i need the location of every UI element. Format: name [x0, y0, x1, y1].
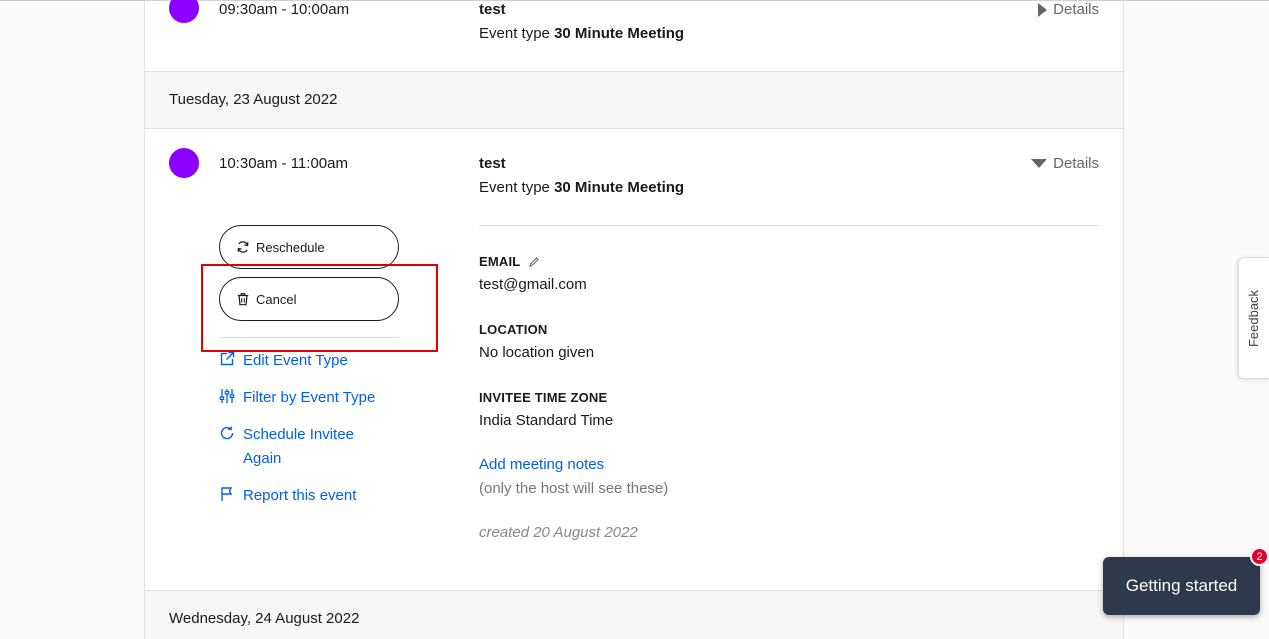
- date-header: Tuesday, 23 August 2022: [145, 71, 1123, 129]
- schedule-invitee-again-link[interactable]: Schedule Invitee Again: [219, 423, 354, 471]
- event-type-name: 30 Minute Meeting: [554, 179, 685, 196]
- refresh-icon: [237, 241, 249, 253]
- caret-down-icon: [1031, 159, 1048, 168]
- event-time: 09:30am - 10:00am: [219, 1, 350, 18]
- feedback-label: Feedback: [1246, 289, 1262, 347]
- details-toggle[interactable]: Details: [1038, 1, 1099, 18]
- event-color-dot: [169, 148, 199, 178]
- event-type-name: 30 Minute Meeting: [554, 25, 685, 42]
- event-type-prefix: Event type: [479, 25, 550, 42]
- details-label: Details: [1053, 1, 1099, 18]
- external-link-icon: [219, 349, 235, 373]
- edit-pencil-icon[interactable]: [528, 256, 540, 268]
- date-header: Wednesday, 24 August 2022: [145, 590, 1123, 639]
- schedule-invitee-text: Schedule Invitee Again: [243, 423, 354, 471]
- filter-by-event-type-label: Filter by Event Type: [243, 389, 376, 406]
- sliders-icon: [219, 386, 235, 410]
- divider: [479, 225, 1099, 226]
- caret-right-icon: [1038, 2, 1048, 17]
- feedback-tab[interactable]: Feedback: [1238, 257, 1269, 379]
- email-label: EMAIL: [479, 254, 521, 269]
- add-meeting-notes-link[interactable]: Add meeting notes: [479, 456, 604, 473]
- flag-icon: [219, 484, 235, 508]
- reschedule-label: Reschedule: [256, 239, 325, 255]
- details-toggle[interactable]: Details: [1031, 155, 1099, 172]
- filter-by-event-type-link[interactable]: Filter by Event Type: [219, 386, 375, 410]
- report-event-label: Report this event: [243, 487, 357, 504]
- event-type-line: Event type 30 Minute Meeting: [479, 25, 684, 42]
- getting-started-label: Getting started: [1125, 576, 1238, 595]
- edit-event-type-label: Edit Event Type: [243, 352, 348, 369]
- location-value: No location given: [479, 344, 595, 361]
- cancel-highlight-box: [201, 264, 438, 352]
- notification-badge: 2: [1250, 547, 1269, 566]
- edit-event-type-link[interactable]: Edit Event Type: [219, 349, 348, 373]
- email-value: test@gmail.com: [479, 276, 587, 293]
- refresh-icon: [219, 423, 235, 471]
- event-type-line: Event type 30 Minute Meeting: [479, 179, 684, 196]
- location-label: LOCATION: [479, 322, 548, 337]
- event-time: 10:30am - 11:00am: [219, 155, 348, 172]
- getting-started-button[interactable]: Getting started: [1103, 557, 1260, 615]
- event-name: test: [479, 1, 506, 18]
- event-color-dot: [169, 0, 199, 23]
- event-name: test: [479, 155, 506, 172]
- notes-hint: (only the host will see these): [479, 480, 669, 497]
- report-event-link[interactable]: Report this event: [219, 484, 356, 508]
- timezone-label: INVITEE TIME ZONE: [479, 390, 608, 405]
- created-date: created 20 August 2022: [479, 524, 638, 541]
- event-type-prefix: Event type: [479, 179, 550, 196]
- reschedule-button[interactable]: Reschedule: [219, 225, 399, 269]
- schedule-invitee-label-line1: Schedule Invitee: [243, 426, 354, 443]
- email-label-row: EMAIL: [479, 254, 540, 269]
- schedule-invitee-label-line2: Again: [243, 450, 282, 467]
- details-label: Details: [1053, 155, 1099, 172]
- timezone-value: India Standard Time: [479, 412, 614, 429]
